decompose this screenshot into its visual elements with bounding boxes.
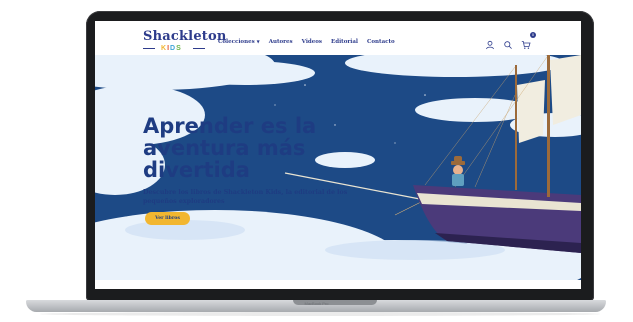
main-nav: Colecciones ▼ Autores Videos Editorial C… [218,39,395,45]
site-logo[interactable]: Shackleton KIDS [143,29,227,52]
nav-item-colecciones[interactable]: Colecciones ▼ [218,39,260,45]
laptop-shadow [40,312,600,316]
chevron-down-icon: ▼ [256,39,260,44]
hero-title: Aprender es la aventura más divertida [143,114,317,182]
nav-item-editorial[interactable]: Editorial [331,39,358,45]
logo-wordmark: Shackleton [143,29,227,44]
logo-kids: KIDS [161,45,182,52]
ver-libros-button[interactable]: Ver libros [145,212,190,225]
laptop-screen: Shackleton KIDS Colecciones ▼ Autores Vi… [95,21,581,289]
nav-label: Colecciones [218,39,255,45]
logo-kids-letter: S [176,45,182,52]
hero-banner: Aprender es la aventura más divertida De… [95,55,581,289]
nav-item-autores[interactable]: Autores [269,39,293,45]
site-header: Shackleton KIDS Colecciones ▼ Autores Vi… [95,21,581,55]
logo-line-left [143,48,155,49]
cart-icon[interactable]: 0 [521,32,536,49]
search-icon[interactable] [503,35,513,49]
logo-line-right [193,48,205,49]
screen-bottom-strip [95,280,581,289]
nav-item-videos[interactable]: Videos [302,39,322,45]
device-label: MacBook Pro [304,301,329,306]
user-icon[interactable] [485,35,495,50]
header-actions: 0 [485,32,536,50]
cart-count-badge: 0 [530,32,536,38]
nav-item-contacto[interactable]: Contacto [367,39,395,45]
hero-description: Descubre los libros de Shackleton Kids, … [143,189,348,205]
